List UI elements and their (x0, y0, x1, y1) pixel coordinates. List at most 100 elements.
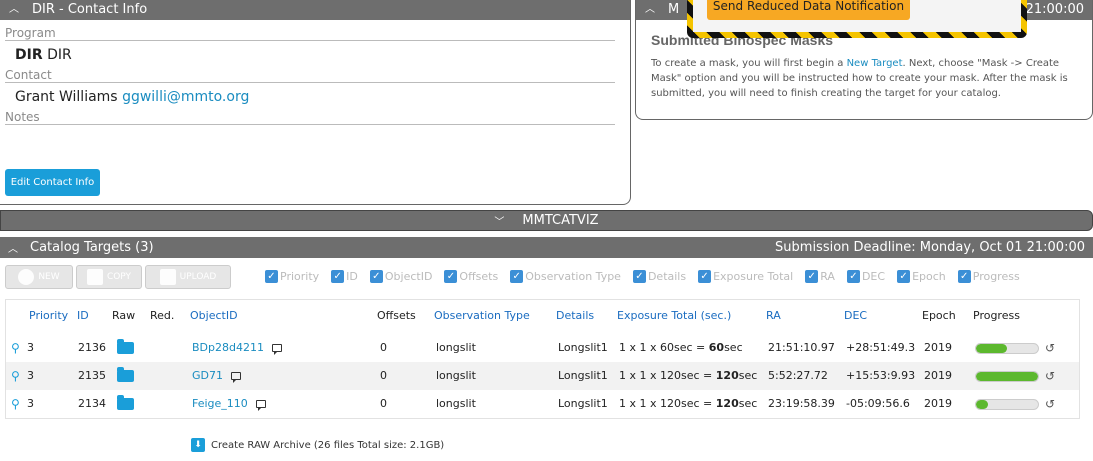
col-objectid[interactable]: ObjectID (190, 302, 238, 330)
checkbox-icon[interactable]: ✓ (632, 270, 646, 283)
divider (5, 82, 615, 83)
upload-button[interactable]: UPLOAD (145, 264, 231, 289)
download-icon[interactable]: ⬇ (191, 438, 205, 452)
cell-obstype: longslit (436, 397, 476, 410)
toggle-label: ObjectID (384, 270, 433, 283)
comment-icon[interactable] (231, 372, 241, 383)
archive-label[interactable]: Create RAW Archive (26 files Total size:… (211, 440, 444, 451)
column-toggles: ✓ Priority ✓ ID ✓ ObjectID ✓ Offsets ✓ Observ… (265, 268, 1032, 285)
cell-epoch: 2019 (924, 397, 952, 410)
contact-email-link[interactable]: ggwilli@mmto.org (122, 89, 249, 105)
checkbox-icon[interactable]: ✓ (444, 270, 458, 283)
cell-priority: 3 (27, 341, 34, 354)
col-dec[interactable]: DEC (844, 302, 867, 330)
program-code: DIR (15, 47, 43, 63)
catalog-header[interactable]: ︿ Catalog Targets (3) Submission Deadlin… (0, 237, 1093, 258)
objectid-link[interactable]: GD71 (192, 369, 223, 382)
col-offsets: Offsets (377, 309, 416, 322)
upload-icon (159, 268, 176, 285)
toggle-obstype[interactable]: ✓ Observation Type (510, 270, 621, 283)
toggle-offsets[interactable]: ✓ Offsets (444, 270, 498, 283)
cell-objectid: Feige_110 (192, 390, 266, 418)
checkbox-icon[interactable]: ✓ (510, 270, 524, 283)
col-ra[interactable]: RA (766, 302, 781, 330)
col-details[interactable]: Details (556, 302, 594, 330)
progress-bar (975, 371, 1039, 382)
table-row[interactable]: ⚲ 3 2134 Feige_110 0 longslit Longslit1 … (6, 390, 1079, 418)
history-icon[interactable]: ↺ (1045, 390, 1055, 418)
progress-fill (976, 372, 1038, 381)
toggle-details[interactable]: ✓ Details (632, 270, 686, 283)
new-target-link[interactable]: New Target (847, 58, 903, 69)
chevron-up-icon[interactable]: ︿ (644, 0, 656, 20)
toggle-objectid[interactable]: ✓ ObjectID (369, 270, 433, 283)
comment-icon[interactable] (255, 400, 266, 411)
cell-id: 2136 (78, 341, 106, 354)
map-pin-icon[interactable]: ⚲ (11, 334, 20, 362)
cell-exposure: 1 x 1 x 60sec = 60sec (619, 334, 743, 362)
exposure-total: 120 (715, 397, 739, 410)
checkbox-icon[interactable]: ✓ (331, 270, 345, 283)
col-id[interactable]: ID (77, 302, 89, 330)
cell-dec: +28:51:49.3 (846, 341, 916, 354)
col-priority[interactable]: Priority (29, 302, 68, 330)
toggle-dec[interactable]: ✓ DEC (846, 270, 885, 283)
contact-panel-title: DIR - Contact Info (32, 2, 148, 17)
objectid-link[interactable]: BDp28d4211 (192, 341, 264, 354)
progress-bar (975, 399, 1039, 410)
checkbox-icon[interactable]: ✓ (698, 270, 712, 283)
checkbox-icon[interactable]: ✓ (846, 270, 860, 283)
toggle-id[interactable]: ✓ ID (331, 270, 358, 283)
toggle-priority[interactable]: ✓ Priority (265, 270, 319, 283)
exposure-total: 60 (708, 341, 725, 354)
map-pin-icon[interactable]: ⚲ (11, 390, 20, 418)
checkbox-icon[interactable]: ✓ (897, 270, 911, 283)
edit-contact-button[interactable]: Edit Contact Info (5, 169, 100, 196)
checkbox-icon[interactable]: ✓ (369, 270, 383, 283)
checkbox-icon[interactable]: ✓ (805, 270, 819, 283)
create-raw-archive[interactable]: ⬇ Create RAW Archive (26 files Total siz… (191, 438, 444, 452)
raw-folder[interactable] (117, 334, 134, 362)
table-row[interactable]: ⚲ 3 2136 BDp28d4211 0 longslit Longslit1… (6, 334, 1079, 362)
checkbox-icon[interactable]: ✓ (265, 270, 278, 283)
new-target-button[interactable]: NEW (5, 264, 73, 289)
chevron-up-icon[interactable]: ︿ (8, 0, 20, 20)
toggle-progress[interactable]: ✓ Progress (957, 270, 1020, 283)
mask-panel-title: M (668, 2, 680, 17)
map-pin-icon[interactable]: ⚲ (11, 362, 20, 390)
chevron-down-icon[interactable]: ﹀ (494, 213, 504, 228)
folder-icon[interactable] (117, 367, 134, 382)
send-notification-button[interactable]: Send Reduced Data Notification (707, 0, 910, 20)
checkbox-icon[interactable]: ✓ (957, 270, 971, 283)
contact-label: Contact (5, 68, 52, 82)
contact-panel-header[interactable]: ︿ DIR - Contact Info (0, 0, 630, 20)
col-obstype[interactable]: Observation Type (434, 302, 530, 330)
program-name: DIR (47, 47, 72, 63)
col-raw: Raw (112, 309, 136, 322)
cell-epoch: 2019 (924, 341, 952, 354)
folder-icon[interactable] (117, 339, 134, 354)
toggle-ra[interactable]: ✓ RA (805, 270, 835, 283)
cell-epoch: 2019 (924, 369, 952, 382)
raw-folder[interactable] (117, 362, 134, 390)
exposure-unit: sec (724, 341, 743, 354)
copy-label: COPY (106, 271, 132, 282)
history-icon[interactable]: ↺ (1045, 334, 1055, 362)
mmtcatviz-bar[interactable]: ﹀ MMTCATVIZ (0, 210, 1093, 231)
chevron-up-icon[interactable]: ︿ (8, 240, 18, 255)
toggle-label: Exposure Total (713, 270, 794, 283)
cell-ra: 5:52:27.72 (768, 369, 828, 382)
copy-target-button[interactable]: COPY (76, 264, 142, 289)
folder-icon[interactable] (117, 395, 134, 410)
raw-folder[interactable] (117, 390, 134, 418)
table-row[interactable]: ⚲ 3 2135 GD71 0 longslit Longslit1 1 x 1… (6, 362, 1079, 390)
toggle-exposure[interactable]: ✓ Exposure Total (698, 270, 793, 283)
toggle-label: Progress (972, 270, 1020, 283)
col-exposure[interactable]: Exposure Total (sec.) (617, 302, 731, 330)
cell-priority: 3 (27, 369, 34, 382)
cell-objectid: BDp28d4211 (192, 334, 282, 362)
toggle-epoch[interactable]: ✓ Epoch (897, 270, 946, 283)
objectid-link[interactable]: Feige_110 (192, 397, 248, 410)
comment-icon[interactable] (271, 344, 282, 355)
history-icon[interactable]: ↺ (1045, 362, 1055, 390)
